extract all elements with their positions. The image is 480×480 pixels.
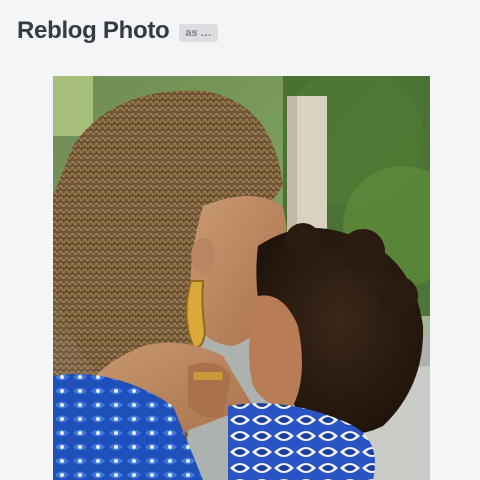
reblog-photo-dialog: Reblog Photo as … (0, 0, 480, 480)
photo-image (53, 76, 430, 480)
blog-select-button[interactable]: as … (179, 23, 218, 42)
reblog-header: Reblog Photo as … (17, 14, 218, 48)
page-title: Reblog Photo (17, 17, 170, 44)
reblog-photo (53, 76, 430, 480)
